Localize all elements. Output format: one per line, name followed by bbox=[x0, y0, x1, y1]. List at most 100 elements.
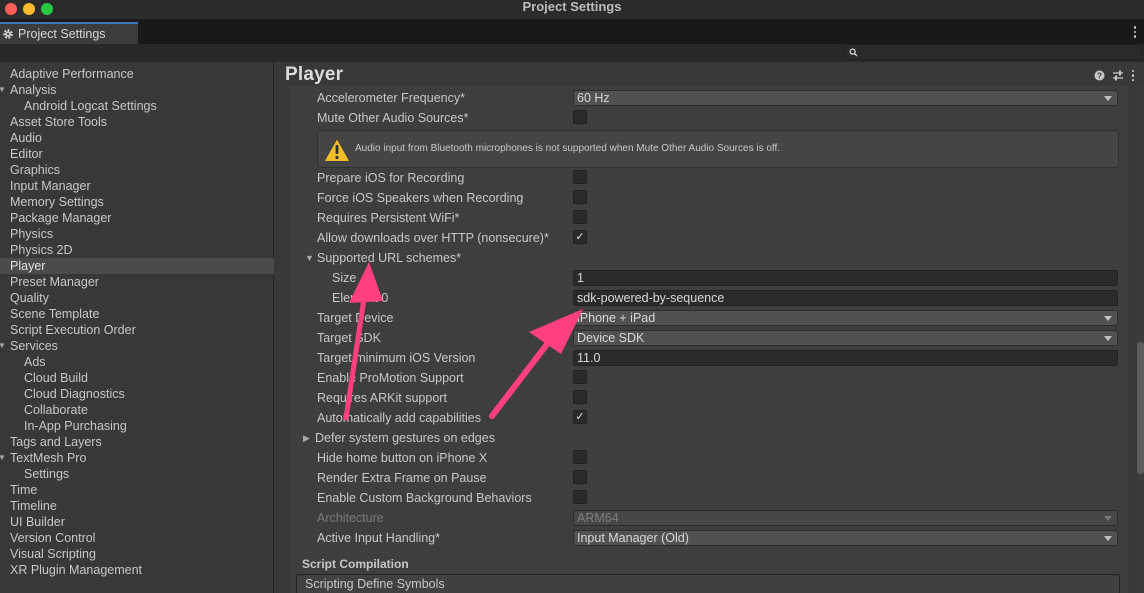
target-device-row: Target Device iPhone + iPad bbox=[290, 308, 1120, 328]
sidebar-item-quality[interactable]: Quality bbox=[0, 290, 274, 306]
sidebar-item-cloud-build[interactable]: Cloud Build bbox=[0, 370, 274, 386]
scrollbar-thumb[interactable] bbox=[1137, 342, 1144, 474]
field-label: Mute Other Audio Sources* bbox=[317, 111, 469, 125]
sidebar-item-input-manager[interactable]: Input Manager bbox=[0, 178, 274, 194]
persistent-wifi-checkbox[interactable] bbox=[573, 210, 587, 224]
defer-gestures-row[interactable]: ▶ Defer system gestures on edges bbox=[290, 428, 1120, 448]
tab-project-settings[interactable]: Project Settings bbox=[0, 22, 138, 44]
sidebar-item-analysis[interactable]: ▼ Analysis bbox=[0, 82, 274, 98]
sidebar-item-textmesh-pro[interactable]: ▼ TextMesh Pro bbox=[0, 450, 274, 466]
triangle-down-icon[interactable]: ▼ bbox=[0, 338, 6, 354]
supported-url-schemes-row[interactable]: ▼ Supported URL schemes* bbox=[290, 248, 1120, 268]
sidebar-item-xr-plugin-management[interactable]: XR Plugin Management bbox=[0, 562, 274, 578]
min-ios-version-field[interactable]: 11.0 bbox=[573, 350, 1118, 366]
allow-http-checkbox[interactable]: ✓ bbox=[573, 230, 587, 244]
sidebar-item-label: Ads bbox=[24, 355, 46, 369]
sidebar-item-asset-store-tools[interactable]: Asset Store Tools bbox=[0, 114, 274, 130]
triangle-down-icon[interactable]: ▼ bbox=[0, 450, 6, 466]
sidebar-item-visual-scripting[interactable]: Visual Scripting bbox=[0, 546, 274, 562]
dropdown-value: ARM64 bbox=[577, 511, 619, 525]
target-sdk-dropdown[interactable]: Device SDK bbox=[573, 330, 1118, 346]
input-handling-dropdown[interactable]: Input Manager (Old) bbox=[573, 530, 1118, 546]
sidebar-item-label: Memory Settings bbox=[10, 195, 104, 209]
preset-sliders-icon[interactable] bbox=[1112, 70, 1124, 81]
field-label: Force iOS Speakers when Recording bbox=[317, 191, 524, 205]
warning-helpbox: Audio input from Bluetooth microphones i… bbox=[317, 130, 1119, 168]
gear-icon bbox=[3, 29, 13, 39]
sidebar-item-time[interactable]: Time bbox=[0, 482, 274, 498]
sidebar-item-ui-builder[interactable]: UI Builder bbox=[0, 514, 274, 530]
dropdown-value: Device SDK bbox=[577, 331, 645, 345]
target-device-dropdown[interactable]: iPhone + iPad bbox=[573, 310, 1118, 326]
sidebar-item-player[interactable]: Player bbox=[0, 258, 274, 274]
custom-background-checkbox[interactable] bbox=[573, 490, 587, 504]
sidebar-item-android-logcat-settings[interactable]: Android Logcat Settings bbox=[0, 98, 274, 114]
sidebar-item-label: Cloud Build bbox=[24, 371, 88, 385]
sidebar-item-label: Audio bbox=[10, 131, 42, 145]
sidebar-item-settings[interactable]: Settings bbox=[0, 466, 274, 482]
force-speakers-checkbox[interactable] bbox=[573, 190, 587, 204]
sidebar-item-preset-manager[interactable]: Preset Manager bbox=[0, 274, 274, 290]
sidebar-item-tags-and-layers[interactable]: Tags and Layers bbox=[0, 434, 274, 450]
sidebar-item-label: Script Execution Order bbox=[10, 323, 136, 337]
sidebar-item-services[interactable]: ▼ Services bbox=[0, 338, 274, 354]
field-label: Requires Persistent WiFi* bbox=[317, 211, 460, 225]
sidebar-item-ads[interactable]: Ads bbox=[0, 354, 274, 370]
allow-http-row: Allow downloads over HTTP (nonsecure)* ✓ bbox=[290, 228, 1120, 248]
url-scheme-element0-field[interactable]: sdk-powered-by-sequence bbox=[573, 290, 1118, 306]
sidebar-item-in-app-purchasing[interactable]: In-App Purchasing bbox=[0, 418, 274, 434]
arkit-checkbox[interactable] bbox=[573, 390, 587, 404]
sidebar-item-graphics[interactable]: Graphics bbox=[0, 162, 274, 178]
url-schemes-element0-row: Element 0 sdk-powered-by-sequence bbox=[290, 288, 1120, 308]
promotion-checkbox[interactable] bbox=[573, 370, 587, 384]
triangle-right-icon[interactable]: ▶ bbox=[303, 430, 310, 446]
sidebar-item-timeline[interactable]: Timeline bbox=[0, 498, 274, 514]
sidebar-item-physics[interactable]: Physics bbox=[0, 226, 274, 242]
scripting-define-symbols-list[interactable]: Scripting Define Symbols bbox=[296, 574, 1120, 593]
sidebar-item-adaptive-performance[interactable]: Adaptive Performance bbox=[0, 66, 274, 82]
sidebar-item-script-execution-order[interactable]: Script Execution Order bbox=[0, 322, 274, 338]
prepare-ios-checkbox[interactable] bbox=[573, 170, 587, 184]
sidebar-item-memory-settings[interactable]: Memory Settings bbox=[0, 194, 274, 210]
field-label: Element 0 bbox=[332, 291, 389, 305]
search-icon bbox=[849, 48, 858, 57]
field-label: Active Input Handling* bbox=[317, 531, 440, 545]
sidebar-item-package-manager[interactable]: Package Manager bbox=[0, 210, 274, 226]
script-compilation-header: Script Compilation bbox=[302, 557, 409, 571]
vertical-scrollbar[interactable] bbox=[1137, 86, 1144, 593]
auto-capabilities-checkbox[interactable]: ✓ bbox=[573, 410, 587, 424]
arkit-row: Requires ARKit support bbox=[290, 388, 1120, 408]
sidebar-item-collaborate[interactable]: Collaborate bbox=[0, 402, 274, 418]
tab-menu-kebab-icon[interactable] bbox=[1133, 26, 1137, 38]
sidebar-item-version-control[interactable]: Version Control bbox=[0, 530, 274, 546]
extra-frame-checkbox[interactable] bbox=[573, 470, 587, 484]
target-sdk-row: Target SDK Device SDK bbox=[290, 328, 1120, 348]
sidebar-item-physics-2d[interactable]: Physics 2D bbox=[0, 242, 274, 258]
sidebar-item-label: Tags and Layers bbox=[10, 435, 102, 449]
player-settings-panel: Player ? Accelerometer Frequency* 60 Hz … bbox=[275, 62, 1144, 593]
sidebar-item-editor[interactable]: Editor bbox=[0, 146, 274, 162]
sidebar-item-label: In-App Purchasing bbox=[24, 419, 127, 433]
sidebar-item-label: Asset Store Tools bbox=[10, 115, 108, 129]
url-schemes-size-field[interactable]: 1 bbox=[573, 270, 1118, 286]
accelerometer-frequency-dropdown[interactable]: 60 Hz bbox=[573, 90, 1118, 106]
triangle-down-icon[interactable]: ▼ bbox=[0, 82, 6, 98]
search-input[interactable] bbox=[844, 44, 1142, 60]
field-label: Allow downloads over HTTP (nonsecure)* bbox=[317, 231, 549, 245]
sidebar-item-scene-template[interactable]: Scene Template bbox=[0, 306, 274, 322]
svg-text:?: ? bbox=[1097, 71, 1102, 81]
sidebar-item-label: Preset Manager bbox=[10, 275, 99, 289]
input-handling-row: Active Input Handling* Input Manager (Ol… bbox=[290, 528, 1120, 548]
field-label: Enable ProMotion Support bbox=[317, 371, 464, 385]
field-label: Architecture bbox=[317, 511, 384, 525]
triangle-down-icon[interactable]: ▼ bbox=[305, 250, 314, 266]
help-icon[interactable]: ? bbox=[1094, 70, 1105, 81]
dropdown-value: Input Manager (Old) bbox=[577, 531, 689, 545]
kebab-menu-icon[interactable] bbox=[1131, 70, 1135, 81]
sidebar-item-audio[interactable]: Audio bbox=[0, 130, 274, 146]
hide-home-checkbox[interactable] bbox=[573, 450, 587, 464]
sidebar-item-cloud-diagnostics[interactable]: Cloud Diagnostics bbox=[0, 386, 274, 402]
mute-audio-checkbox[interactable] bbox=[573, 110, 587, 124]
sidebar-item-label: Physics bbox=[10, 227, 54, 241]
sidebar-item-label: Physics 2D bbox=[10, 243, 73, 257]
